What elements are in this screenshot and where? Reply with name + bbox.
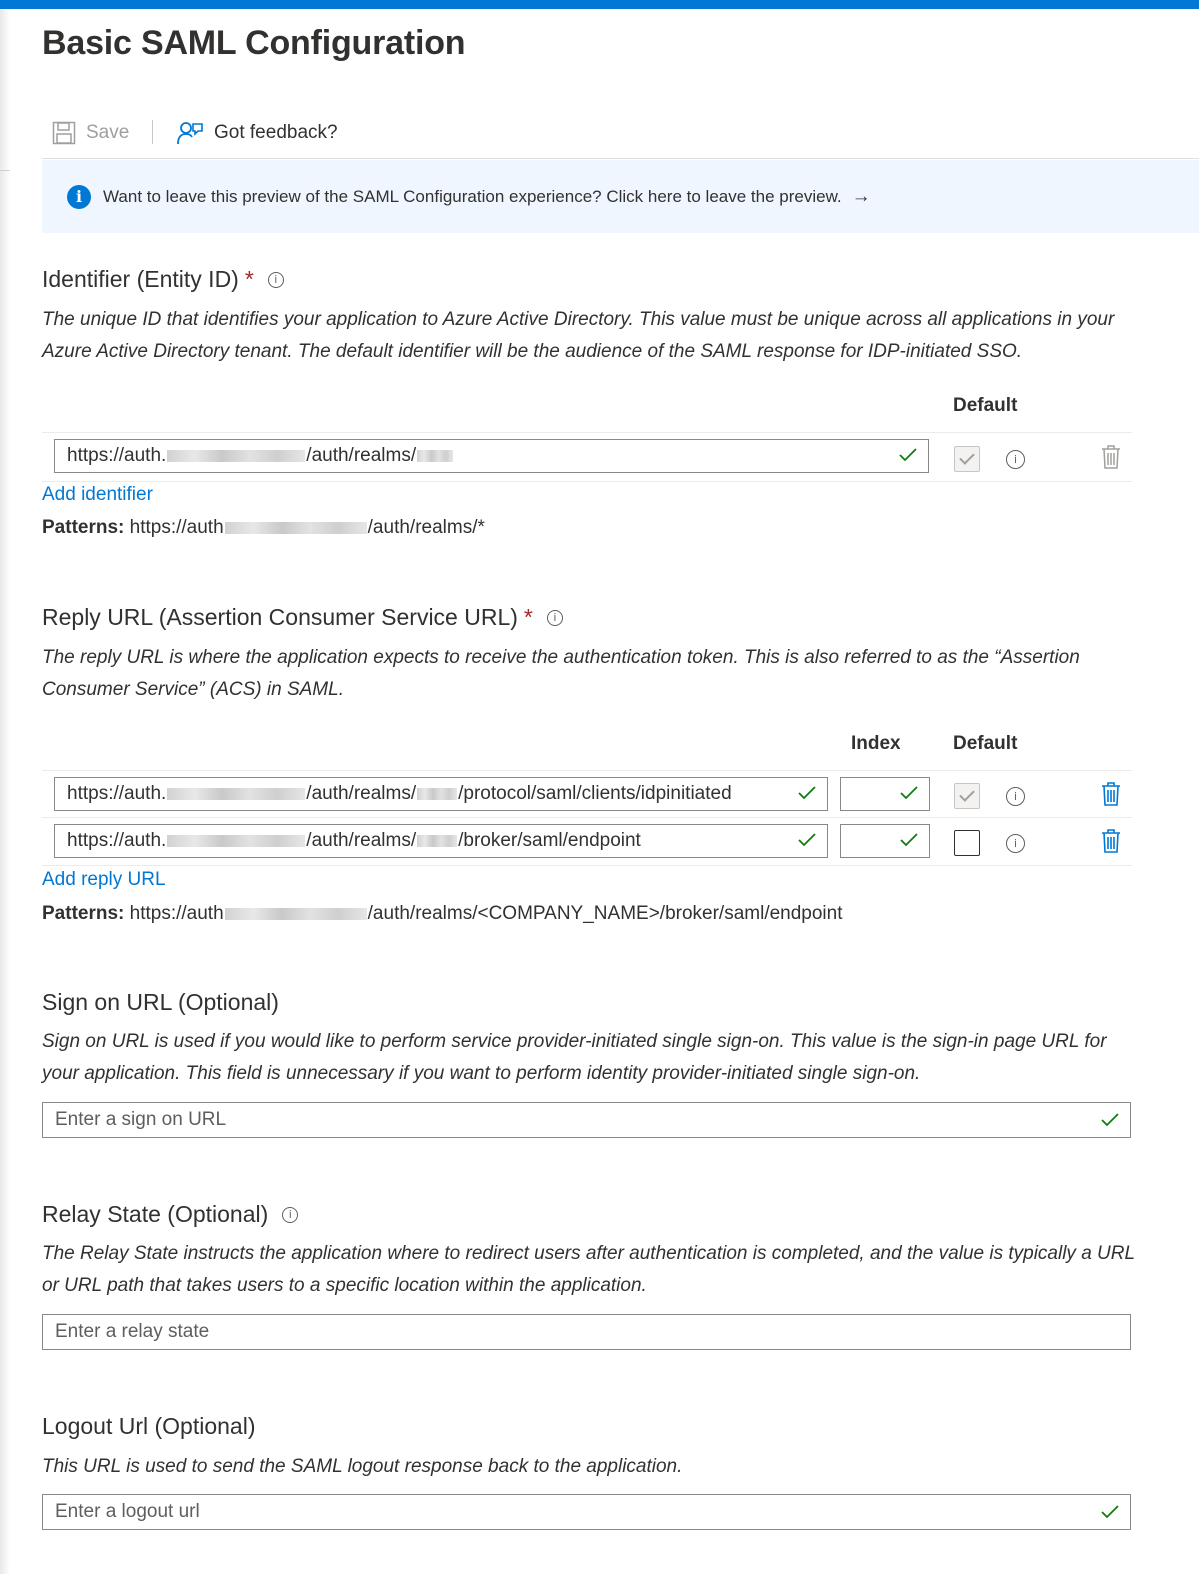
reply-url-row: https://auth. /auth/realms/ /broker/saml/e… <box>42 817 1132 866</box>
redacted-domain <box>224 907 367 920</box>
info-icon[interactable]: i <box>1006 787 1025 806</box>
identifier-url-middle: /auth/realms/ <box>306 445 417 466</box>
add-identifier-link[interactable]: Add identifier <box>42 484 153 506</box>
logout-url-input[interactable]: Enter a logout url <box>42 1494 1131 1530</box>
redacted-domain <box>167 835 306 847</box>
toolbar-separator <box>152 120 153 144</box>
patterns-prefix: https://auth <box>129 903 224 924</box>
sign-on-url-description: Sign on URL is used if you would like to… <box>42 1031 1107 1084</box>
valid-check-icon <box>798 833 816 847</box>
sign-on-url-heading-text: Sign on URL (Optional) <box>42 989 279 1015</box>
feedback-button[interactable]: Got feedback? <box>176 118 338 148</box>
feedback-label: Got feedback? <box>214 122 338 143</box>
required-marker: * <box>523 604 533 630</box>
info-icon: i <box>67 184 91 209</box>
info-icon[interactable]: i <box>282 1206 299 1223</box>
identifier-heading: Identifier (Entity ID) * i <box>42 266 284 293</box>
identifier-row: https://auth. /auth/realms/ i <box>42 432 1132 482</box>
identifier-input[interactable]: https://auth. /auth/realms/ <box>54 439 929 473</box>
valid-check-icon <box>899 448 917 462</box>
redacted-domain <box>167 788 306 800</box>
reply-url-suffix: /broker/saml/endpoint <box>458 830 641 851</box>
logout-url-description: This URL is used to send the SAML logout… <box>42 1456 683 1477</box>
left-blade-edge <box>0 9 10 1574</box>
reply-default-checkbox[interactable] <box>954 783 980 809</box>
arrow-right-icon: → <box>851 185 871 207</box>
reply-url-prefix: https://auth. <box>67 783 167 804</box>
relay-state-heading-text: Relay State (Optional) <box>42 1201 269 1227</box>
reply-url-heading-text: Reply URL (Assertion Consumer Service UR… <box>42 604 518 630</box>
redacted-realm <box>417 788 458 800</box>
reply-url-patterns: Patterns: https://auth/auth/realms/<COMP… <box>42 903 843 925</box>
patterns-suffix: /auth/realms/<COMPANY_NAME>/broker/saml/… <box>367 903 843 924</box>
required-marker: * <box>244 266 254 292</box>
sign-on-url-input[interactable]: Enter a sign on URL <box>42 1102 1131 1138</box>
redacted-realm <box>417 835 458 847</box>
info-icon[interactable]: i <box>546 609 563 626</box>
reply-default-checkbox[interactable] <box>954 830 980 856</box>
patterns-prefix: https://auth <box>129 517 224 538</box>
sign-on-url-heading: Sign on URL (Optional) <box>42 989 279 1016</box>
reply-url-prefix: https://auth. <box>67 830 167 851</box>
preview-banner[interactable]: i Want to leave this preview of the SAML… <box>42 160 1199 233</box>
reply-url-description: The reply URL is where the application e… <box>42 647 1080 700</box>
info-icon[interactable]: i <box>1006 834 1025 853</box>
relay-state-description: The Relay State instructs the applicatio… <box>42 1243 1135 1296</box>
logout-url-heading: Logout Url (Optional) <box>42 1413 256 1440</box>
redacted-domain <box>167 450 306 462</box>
logout-url-placeholder: Enter a logout url <box>55 1501 200 1522</box>
patterns-label: Patterns: <box>42 517 125 538</box>
valid-check-icon <box>1101 1505 1119 1519</box>
patterns-label: Patterns: <box>42 903 125 924</box>
reply-url-input[interactable]: https://auth. /auth/realms/ /broker/saml/e… <box>54 824 828 858</box>
patterns-suffix: /auth/realms/* <box>367 517 485 538</box>
delete-identifier-icon[interactable] <box>1100 444 1122 470</box>
reply-url-suffix: /protocol/saml/clients/idpinitiated <box>458 783 732 804</box>
reply-index-column-header: Index <box>851 733 901 754</box>
top-accent-bar <box>0 0 1199 9</box>
valid-check-icon <box>900 786 918 800</box>
reply-url-row: https://auth. /auth/realms/ /protocol/saml… <box>42 770 1132 818</box>
save-icon <box>52 121 76 145</box>
feedback-icon <box>177 122 203 145</box>
identifier-default-checkbox[interactable] <box>954 446 980 472</box>
reply-url-heading: Reply URL (Assertion Consumer Service UR… <box>42 604 563 631</box>
relay-state-input[interactable]: Enter a relay state <box>42 1314 1131 1350</box>
reply-default-column-header: Default <box>953 733 1018 754</box>
logout-url-heading-text: Logout Url (Optional) <box>42 1413 256 1439</box>
info-icon[interactable]: i <box>267 271 284 288</box>
banner-text: Want to leave this preview of the SAML C… <box>103 186 842 206</box>
reply-url-input[interactable]: https://auth. /auth/realms/ /protocol/saml… <box>54 777 828 811</box>
identifier-patterns: Patterns: https://auth/auth/realms/* <box>42 517 485 539</box>
relay-state-heading: Relay State (Optional) i <box>42 1201 299 1228</box>
add-reply-url-link[interactable]: Add reply URL <box>42 869 166 891</box>
valid-check-icon <box>1101 1113 1119 1127</box>
save-label: Save <box>86 122 130 143</box>
delete-reply-url-icon[interactable] <box>1100 781 1122 807</box>
identifier-heading-text: Identifier (Entity ID) <box>42 266 239 292</box>
reply-index-input[interactable] <box>840 777 930 811</box>
command-bar: Save Got feedback? <box>42 112 1199 159</box>
identifier-description: The unique ID that identifies your appli… <box>42 309 1115 362</box>
sign-on-url-placeholder: Enter a sign on URL <box>55 1109 227 1130</box>
info-icon[interactable]: i <box>1006 450 1025 469</box>
identifier-url-prefix: https://auth. <box>67 445 167 466</box>
delete-reply-url-icon[interactable] <box>1100 828 1122 854</box>
redacted-realm <box>417 450 454 462</box>
reply-index-input[interactable] <box>840 824 930 858</box>
left-divider <box>0 170 10 171</box>
reply-url-middle: /auth/realms/ <box>306 830 417 851</box>
identifier-default-column-header: Default <box>953 395 1018 416</box>
redacted-domain <box>224 521 367 534</box>
reply-url-middle: /auth/realms/ <box>306 783 417 804</box>
relay-state-placeholder: Enter a relay state <box>55 1321 210 1342</box>
page-title: Basic SAML Configuration <box>42 24 466 62</box>
valid-check-icon <box>900 833 918 847</box>
save-button[interactable]: Save <box>52 118 129 148</box>
valid-check-icon <box>798 786 816 800</box>
